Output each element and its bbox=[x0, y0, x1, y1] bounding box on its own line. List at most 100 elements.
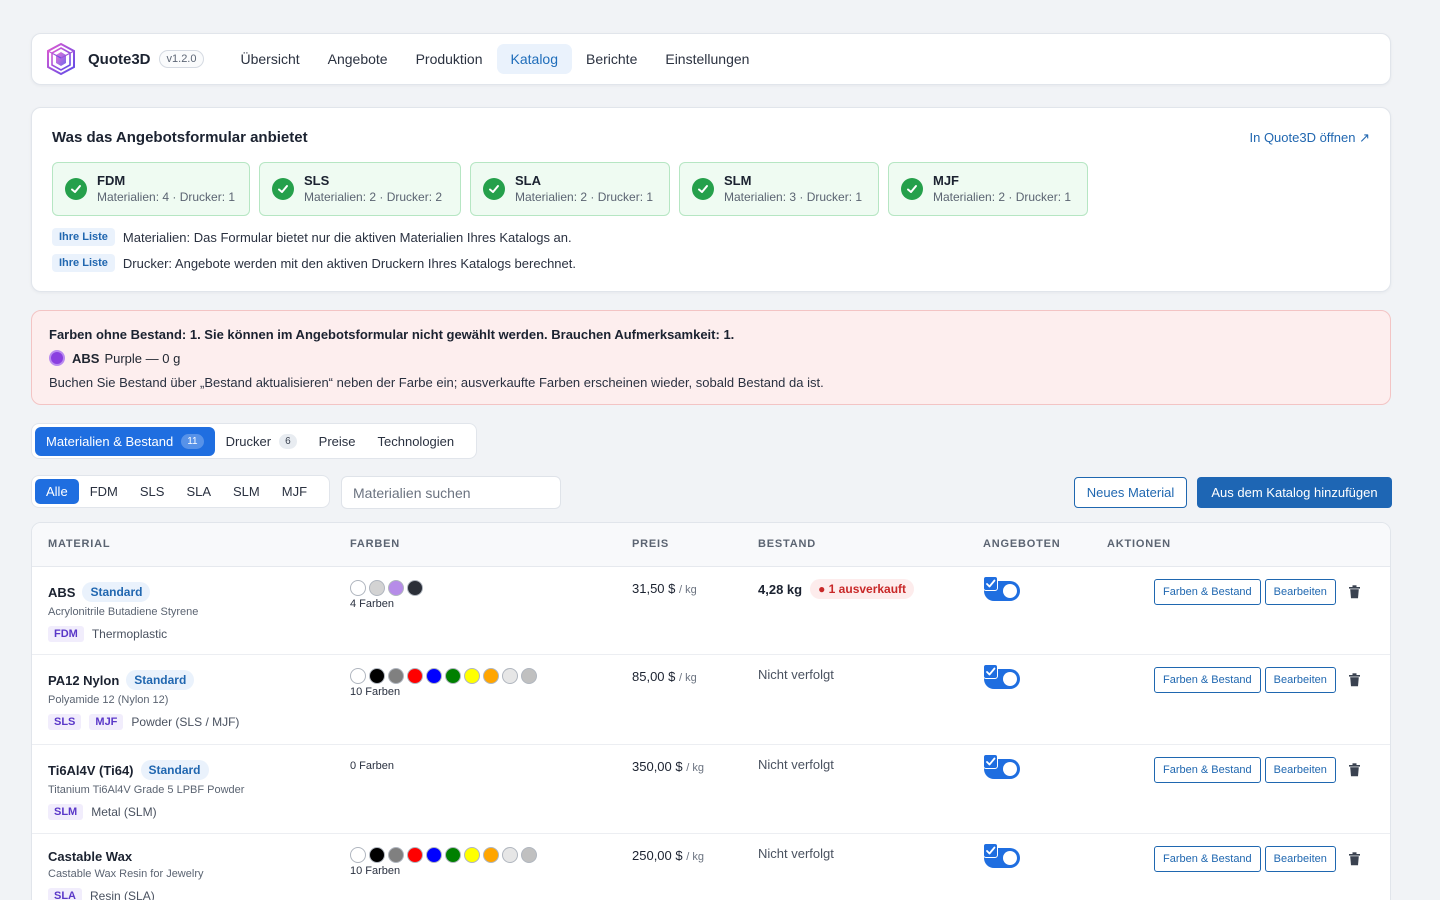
card-title: Was das Angebotsformular anbietet bbox=[52, 129, 308, 146]
row-actions: Farben & Bestand Bearbeiten bbox=[1154, 579, 1366, 605]
nav-item-katalog[interactable]: Katalog bbox=[496, 44, 572, 74]
nav-item-produktion[interactable]: Produktion bbox=[402, 44, 497, 74]
material-tags: SLA Resin (SLA) bbox=[48, 888, 155, 900]
color-swatch[interactable] bbox=[388, 847, 404, 863]
color-swatches bbox=[350, 668, 537, 684]
filter-sla[interactable]: SLA bbox=[175, 479, 222, 504]
material-category: Powder (SLS / MJF) bbox=[131, 715, 240, 729]
color-swatch[interactable] bbox=[426, 847, 442, 863]
edit-button[interactable]: Bearbeiten bbox=[1264, 667, 1336, 693]
colors-stock-button[interactable]: Farben & Bestand bbox=[1154, 846, 1261, 872]
technology-name: SLS bbox=[304, 173, 330, 188]
technology-summary-row: FDM Materialien: 4 · Drucker: 1 SLS Materia… bbox=[52, 162, 1088, 216]
technology-card-text: SLA Materialien: 2 · Drucker: 1 bbox=[515, 173, 653, 205]
nav-item-berichte[interactable]: Berichte bbox=[572, 44, 651, 74]
color-swatch[interactable] bbox=[407, 580, 423, 596]
toggle-knob bbox=[1003, 762, 1017, 776]
colors-stock-button[interactable]: Farben & Bestand bbox=[1154, 579, 1261, 605]
technology-card-sls: SLS Materialien: 2 · Drucker: 2 bbox=[259, 162, 461, 216]
color-swatch[interactable] bbox=[502, 668, 518, 684]
filter-mjf[interactable]: MJF bbox=[271, 479, 318, 504]
color-swatch[interactable] bbox=[445, 668, 461, 684]
technology-meta: Materialien: 2 · Drucker: 2 bbox=[304, 190, 443, 204]
color-swatch[interactable] bbox=[445, 847, 461, 863]
material-search-input[interactable] bbox=[341, 476, 561, 509]
your-list-tag: Ihre Liste bbox=[52, 254, 115, 272]
check-circle-icon bbox=[483, 178, 505, 200]
color-swatch[interactable] bbox=[388, 580, 404, 596]
color-swatch[interactable] bbox=[464, 668, 480, 684]
offered-toggle[interactable] bbox=[983, 664, 1021, 690]
nav-item-übersicht[interactable]: Übersicht bbox=[226, 44, 313, 74]
list-info-materials: Ihre Liste Materialien: Das Formular bie… bbox=[52, 228, 572, 246]
color-swatch[interactable] bbox=[350, 668, 366, 684]
add-from-catalog-button[interactable]: Aus dem Katalog hinzufügen bbox=[1197, 477, 1392, 508]
offered-toggle[interactable] bbox=[983, 754, 1021, 780]
check-circle-icon bbox=[901, 178, 923, 200]
technology-meta: Materialien: 2 · Drucker: 1 bbox=[515, 190, 654, 204]
tab-preise[interactable]: Preise bbox=[308, 427, 367, 456]
color-swatch[interactable] bbox=[369, 668, 385, 684]
color-swatch[interactable] bbox=[350, 580, 366, 596]
technology-meta: Materialien: 3 · Drucker: 1 bbox=[724, 190, 863, 204]
technology-tag: FDM bbox=[48, 626, 84, 642]
material-description: Castable Wax Resin for Jewelry bbox=[48, 868, 204, 880]
color-swatch[interactable] bbox=[407, 668, 423, 684]
color-swatch[interactable] bbox=[502, 847, 518, 863]
column-header-stock: BESTAND bbox=[758, 538, 816, 550]
trash-icon[interactable] bbox=[1344, 581, 1366, 603]
technology-name: SLM bbox=[724, 173, 752, 188]
filter-sls[interactable]: SLS bbox=[129, 479, 176, 504]
color-swatch[interactable] bbox=[521, 847, 537, 863]
technology-filter: Alle FDM SLS SLA SLM MJF bbox=[31, 475, 330, 508]
color-swatch[interactable] bbox=[426, 668, 442, 684]
technology-tag: MJF bbox=[89, 714, 124, 730]
price: 85,00 $ / kg bbox=[632, 669, 697, 684]
trash-icon[interactable] bbox=[1344, 759, 1366, 781]
material-name-line: Ti6Al4V (Ti64) Standard bbox=[48, 760, 209, 780]
edit-button[interactable]: Bearbeiten bbox=[1264, 757, 1336, 783]
color-swatches bbox=[350, 847, 537, 863]
warning-description: Buchen Sie Bestand über „Bestand aktuali… bbox=[49, 375, 824, 390]
material-tags: SLS MJF Powder (SLS / MJF) bbox=[48, 714, 239, 730]
material-tags: FDM Thermoplastic bbox=[48, 626, 167, 642]
technology-name: MJF bbox=[933, 173, 959, 188]
filter-slm[interactable]: SLM bbox=[222, 479, 271, 504]
color-swatch[interactable] bbox=[369, 847, 385, 863]
tab-drucker[interactable]: Drucker 6 bbox=[215, 427, 308, 456]
nav-item-einstellungen[interactable]: Einstellungen bbox=[651, 44, 763, 74]
trash-icon[interactable] bbox=[1344, 848, 1366, 870]
price: 350,00 $ / kg bbox=[632, 759, 704, 774]
nav-item-angebote[interactable]: Angebote bbox=[314, 44, 402, 74]
list-info-printers: Ihre Liste Drucker: Angebote werden mit … bbox=[52, 254, 576, 272]
color-swatch[interactable] bbox=[521, 668, 537, 684]
colors-stock-button[interactable]: Farben & Bestand bbox=[1154, 667, 1261, 693]
price-value: 250,00 $ bbox=[632, 848, 683, 863]
filter-alle[interactable]: Alle bbox=[35, 479, 79, 504]
color-swatch[interactable] bbox=[350, 847, 366, 863]
color-swatch[interactable] bbox=[369, 580, 385, 596]
standard-badge: Standard bbox=[140, 760, 209, 780]
open-in-quote3d-link[interactable]: In Quote3D öffnen ↗ bbox=[1249, 130, 1370, 146]
new-material-button[interactable]: Neues Material bbox=[1074, 477, 1187, 508]
tab-technologien[interactable]: Technologien bbox=[367, 427, 466, 456]
offered-toggle[interactable] bbox=[983, 576, 1021, 602]
colors-stock-button[interactable]: Farben & Bestand bbox=[1154, 757, 1261, 783]
color-swatch[interactable] bbox=[483, 847, 499, 863]
edit-button[interactable]: Bearbeiten bbox=[1264, 579, 1336, 605]
color-swatch[interactable] bbox=[464, 847, 480, 863]
tab-count-badge: 11 bbox=[181, 433, 204, 449]
price: 31,50 $ / kg bbox=[632, 581, 697, 596]
table-row: ABS Standard Acrylonitrile Butadiene Styre… bbox=[32, 567, 1390, 655]
row-actions: Farben & Bestand Bearbeiten bbox=[1154, 846, 1366, 872]
color-swatch[interactable] bbox=[407, 847, 423, 863]
cube-logo-icon[interactable] bbox=[44, 42, 78, 76]
color-swatch[interactable] bbox=[483, 668, 499, 684]
edit-button[interactable]: Bearbeiten bbox=[1264, 846, 1336, 872]
filter-fdm[interactable]: FDM bbox=[79, 479, 129, 504]
offered-toggle[interactable] bbox=[983, 843, 1021, 869]
check-circle-icon bbox=[65, 178, 87, 200]
color-swatch[interactable] bbox=[388, 668, 404, 684]
tab-materialien-bestand[interactable]: Materialien & Bestand 11 bbox=[35, 426, 215, 456]
trash-icon[interactable] bbox=[1344, 669, 1366, 691]
